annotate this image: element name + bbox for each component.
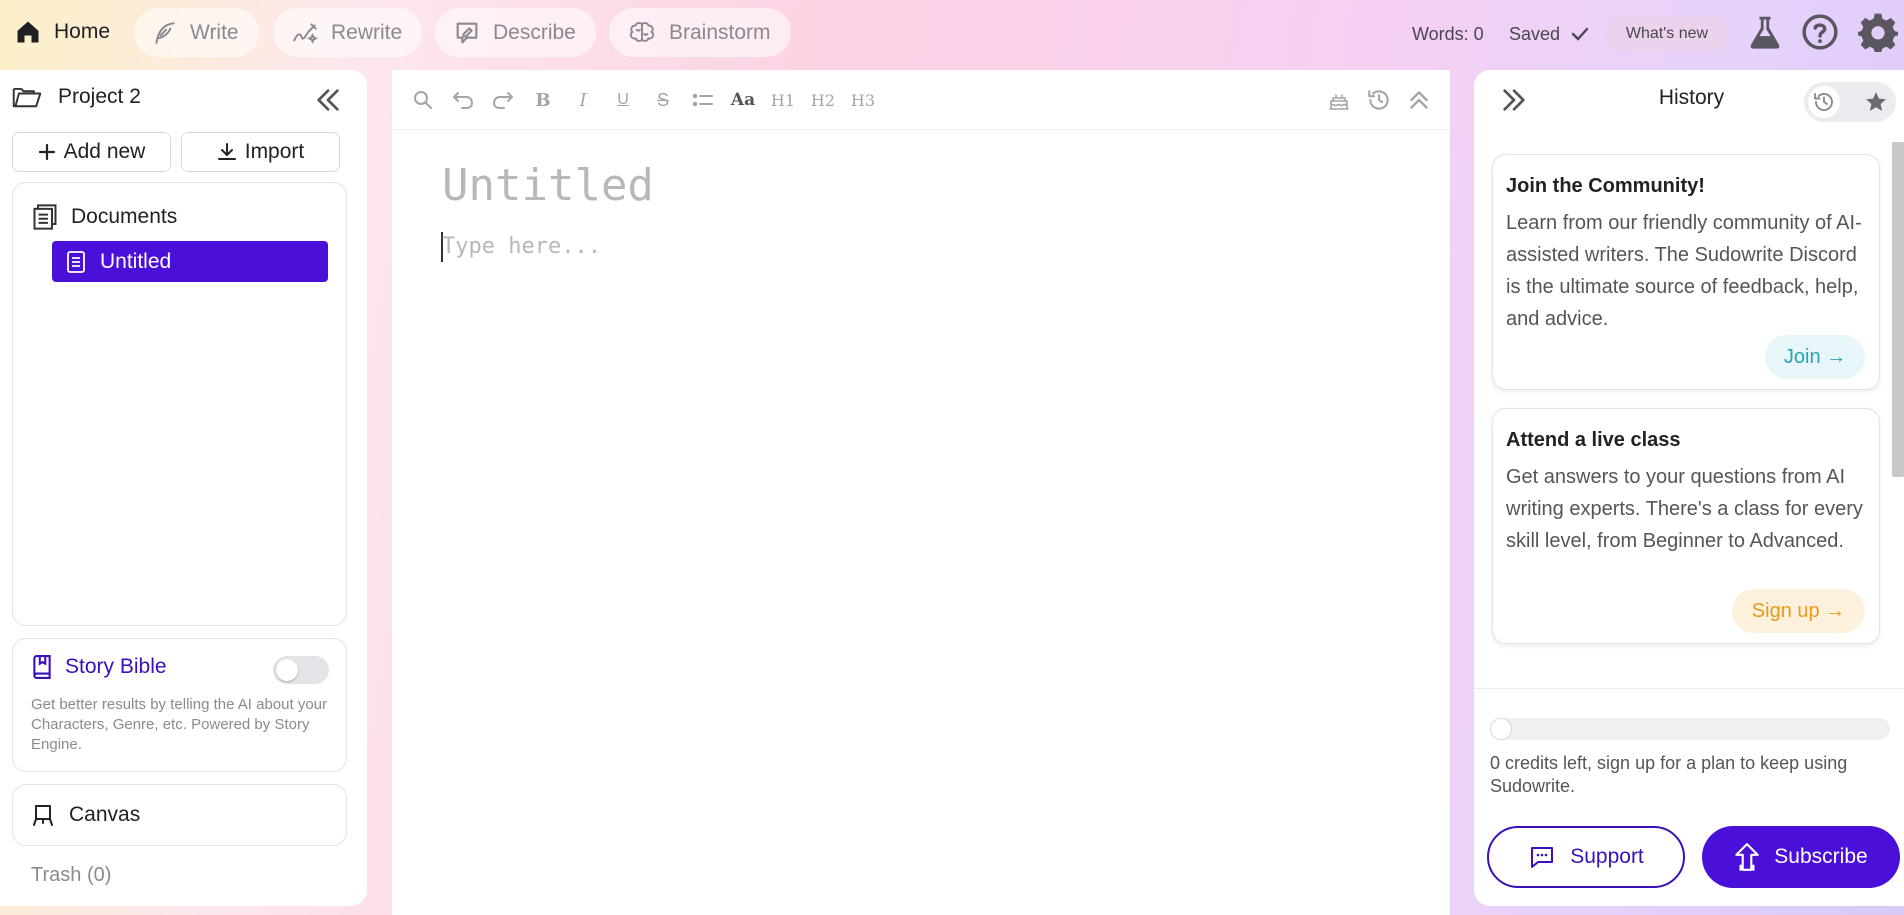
nav-home-label: Home: [54, 20, 111, 43]
canvas-label: Canvas: [69, 803, 141, 826]
story-bible-description: Get better results by telling the AI abo…: [31, 696, 328, 753]
card-text: Learn from our friendly community of AI-…: [1506, 212, 1862, 330]
redo-icon[interactable]: [490, 86, 516, 114]
documents-header[interactable]: Documents: [31, 203, 177, 231]
live-class-card: Attend a live class Get answers to your …: [1492, 408, 1880, 644]
book-icon: [31, 655, 53, 679]
documents-icon: [31, 203, 59, 231]
bold-button[interactable]: B: [530, 86, 556, 114]
canvas-section[interactable]: Canvas: [12, 784, 347, 846]
nav-write[interactable]: Write: [134, 8, 259, 57]
sign-up-button[interactable]: Sign up →: [1732, 589, 1865, 633]
brain-icon: [627, 20, 657, 46]
flask-icon[interactable]: [1745, 12, 1785, 52]
home-icon: [14, 18, 42, 46]
editor-toolbar: B I U S Aa H1 H2 H3: [392, 70, 1450, 130]
divider: [1474, 688, 1904, 689]
top-bar: Home Write Rewrite Describe Brainstorm W…: [0, 0, 1904, 68]
document-item-untitled[interactable]: Untitled: [52, 241, 328, 282]
nav-describe-label: Describe: [493, 20, 576, 44]
card-title: Attend a live class: [1506, 429, 1681, 451]
help-icon[interactable]: [1800, 12, 1840, 52]
feather-icon: [152, 20, 178, 46]
subscribe-button[interactable]: Subscribe: [1702, 826, 1900, 888]
support-button[interactable]: Support: [1487, 826, 1685, 888]
nav-home[interactable]: Home: [14, 14, 110, 50]
check-icon: [1570, 24, 1590, 44]
search-icon[interactable]: [410, 86, 436, 114]
easel-icon: [31, 803, 55, 827]
bullet-list-icon[interactable]: [690, 86, 716, 114]
history-tab-icon[interactable]: [1808, 86, 1840, 118]
add-new-button[interactable]: Add new: [12, 132, 171, 172]
strikethrough-button[interactable]: S: [650, 86, 676, 114]
nav-describe[interactable]: Describe: [435, 8, 596, 57]
nav-brainstorm-label: Brainstorm: [669, 20, 771, 44]
support-label: Support: [1570, 845, 1644, 868]
save-status: Saved: [1509, 14, 1590, 54]
panel-scrollbar[interactable]: [1892, 142, 1904, 477]
describe-icon: [453, 19, 481, 47]
panel-tabs: [1804, 82, 1896, 122]
story-bible-section: Story Bible Get better results by tellin…: [12, 638, 347, 772]
toggle-knob: [276, 659, 298, 681]
credits-text: 0 credits left, sign up for a plan to ke…: [1490, 753, 1848, 796]
collapse-left-panel-icon[interactable]: [312, 84, 344, 116]
nav-brainstorm[interactable]: Brainstorm: [609, 8, 791, 57]
heading-1-button[interactable]: H1: [770, 86, 796, 114]
community-card: Join the Community! Learn from our frien…: [1492, 154, 1880, 390]
chat-icon: [1528, 844, 1556, 870]
undo-icon[interactable]: [450, 86, 476, 114]
cake-icon[interactable]: [1324, 86, 1354, 114]
whats-new-button[interactable]: What's new: [1605, 16, 1729, 51]
story-bible-label: Story Bible: [65, 655, 167, 678]
rewrite-icon: [291, 20, 319, 46]
history-icon[interactable]: [1364, 86, 1394, 114]
credits-progress-bar: [1490, 718, 1890, 740]
story-bible-link[interactable]: Story Bible: [31, 655, 167, 679]
collapse-toolbar-icon[interactable]: [1404, 86, 1434, 114]
plus-icon: [38, 143, 56, 161]
document-item-label: Untitled: [100, 249, 172, 273]
join-button[interactable]: Join →: [1765, 335, 1865, 379]
italic-button[interactable]: I: [570, 86, 596, 114]
editor: B I U S Aa H1 H2 H3 Untitled Type here..…: [392, 70, 1450, 915]
document-body-input[interactable]: Type here...: [442, 234, 601, 259]
card-text: Get answers to your questions from AI wr…: [1506, 466, 1863, 552]
project-name-label: Project 2: [58, 85, 141, 108]
nav-rewrite-label: Rewrite: [331, 20, 403, 44]
upgrade-arrow-icon: [1734, 842, 1760, 872]
card-title: Join the Community!: [1506, 175, 1705, 197]
document-title-input[interactable]: Untitled: [442, 160, 654, 211]
credits-progress-knob: [1490, 718, 1512, 740]
star-tab-icon[interactable]: [1860, 86, 1892, 118]
save-status-label: Saved: [1509, 23, 1561, 44]
word-count: Words: 0: [1412, 23, 1484, 44]
heading-2-button[interactable]: H2: [810, 86, 836, 114]
add-new-label: Add new: [63, 140, 146, 163]
import-label: Import: [244, 140, 305, 163]
heading-3-button[interactable]: H3: [850, 86, 876, 114]
subscribe-label: Subscribe: [1774, 845, 1868, 868]
gear-icon[interactable]: [1858, 12, 1898, 52]
nav-rewrite[interactable]: Rewrite: [273, 8, 423, 57]
nav-write-label: Write: [190, 20, 239, 44]
documents-section: Documents Untitled: [12, 182, 347, 626]
project-name[interactable]: Project 2: [12, 84, 141, 110]
folder-icon: [12, 84, 42, 110]
documents-label: Documents: [71, 205, 178, 228]
download-icon: [217, 142, 237, 162]
import-button[interactable]: Import: [181, 132, 340, 172]
font-button[interactable]: Aa: [730, 86, 756, 114]
document-icon: [64, 250, 88, 274]
right-panel: History Join the Community! Learn from o…: [1474, 70, 1904, 906]
story-bible-toggle[interactable]: [273, 656, 329, 684]
trash-link[interactable]: Trash (0): [31, 864, 111, 887]
left-panel: Project 2 Add new Import Documents Untit…: [0, 70, 367, 906]
underline-button[interactable]: U: [610, 86, 636, 114]
